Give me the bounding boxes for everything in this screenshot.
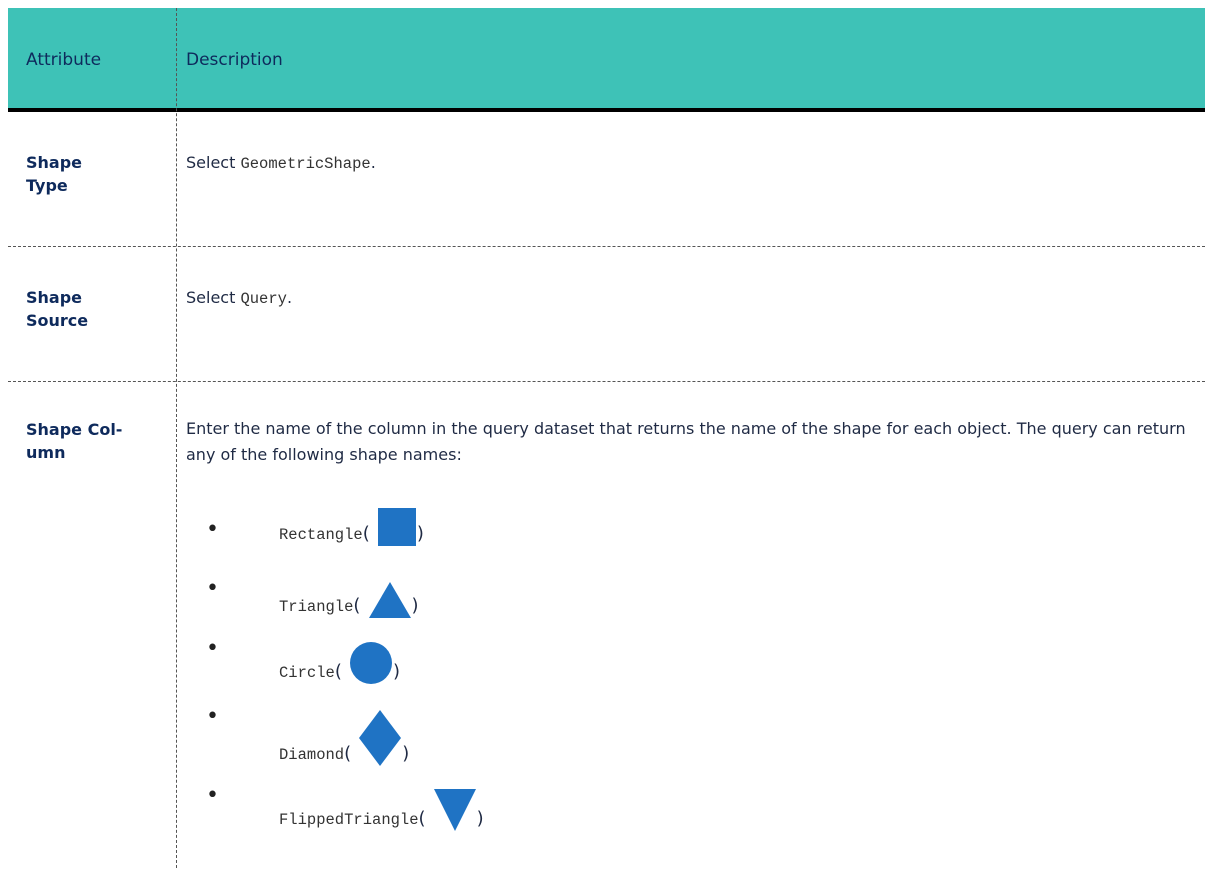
table-header: Attribute Description — [8, 8, 1205, 112]
list-item: • Circle( ) — [186, 619, 1086, 684]
bullet-icon: • — [206, 636, 219, 661]
triangle-icon — [368, 582, 411, 618]
code-value: GeometricShape — [240, 155, 371, 173]
attribute-name: Shape Source — [26, 288, 89, 330]
attribute-table: Attribute Description Shape Type Select G… — [8, 8, 1205, 868]
list-item: • Diamond( ) — [186, 687, 1086, 766]
attribute-name: Shape Col-umn — [26, 420, 123, 462]
shape-name-label: Triangle( ) — [279, 581, 419, 619]
list-item: • Triangle( ) — [186, 559, 1086, 619]
shape-name-label: Circle( ) — [279, 641, 400, 685]
diamond-icon — [359, 710, 402, 766]
table-row: Shape Col-umn Enter the name of the colu… — [8, 382, 1205, 876]
attribute-description: Enter the name of the column in the quer… — [186, 419, 1186, 464]
shape-name-label: FlippedTriangle( ) — [279, 788, 484, 832]
bullet-icon: • — [206, 576, 219, 601]
attribute-name: Shape Type — [26, 153, 83, 195]
header-description: Description — [186, 50, 283, 70]
attribute-description: Select GeometricShape. — [186, 153, 376, 173]
flipped-triangle-icon — [433, 789, 476, 831]
bullet-icon: • — [206, 783, 219, 808]
shape-name-label: Rectangle( ) — [279, 508, 424, 547]
table-row: Shape Source Select Query. — [8, 247, 1205, 382]
circle-icon — [349, 642, 392, 684]
list-item: • FlippedTriangle( ) — [186, 766, 1086, 831]
table-row: Shape Type Select GeometricShape. — [8, 112, 1205, 247]
square-icon — [377, 508, 416, 546]
header-attribute: Attribute — [26, 50, 102, 70]
list-item: • Rectangle( ) — [186, 500, 1086, 560]
bullet-icon: • — [206, 704, 219, 729]
shape-name-label: Diamond( ) — [279, 709, 409, 767]
bullet-icon: • — [206, 517, 219, 542]
attribute-description: Select Query. — [186, 288, 293, 308]
code-value: Query — [240, 290, 287, 308]
